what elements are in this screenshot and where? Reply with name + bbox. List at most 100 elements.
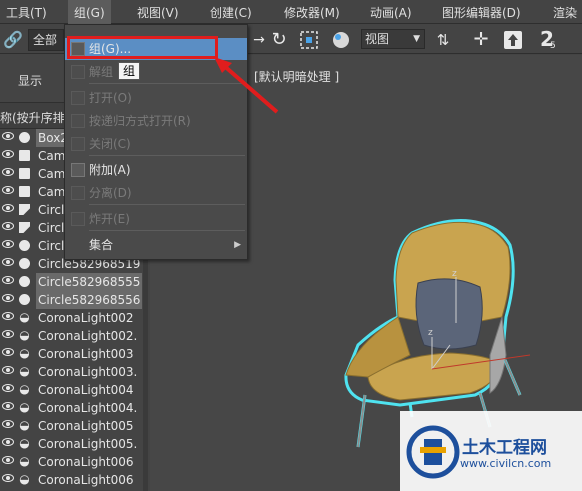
sphere-icon [19,258,30,269]
svg-text:z: z [428,328,433,338]
visibility-eye-icon[interactable] [2,276,14,284]
reference-coordinate-dropdown[interactable]: 视图 ▼ [361,29,425,49]
scene-object-row[interactable]: ◒ CoronaLight006 [0,453,148,471]
menu-modifiers[interactable]: 修改器(M) [284,4,340,21]
visibility-eye-icon[interactable] [2,456,14,464]
scene-object-name: CoronaLight006 [38,455,134,469]
scene-object-name: CoronaLight005 [38,419,134,433]
visibility-eye-icon[interactable] [2,312,14,320]
scene-object-row[interactable]: ◒ CoronaLight002 [0,309,148,327]
light-bulb-icon: ◒ [19,418,30,432]
menu-item-attach[interactable]: 附加(A) [65,159,247,181]
menu-bar: 工具(T) 组(G) 视图(V) 创建(C) 修改器(M) 动画(A) 图形编辑… [0,0,582,24]
visibility-eye-icon[interactable] [2,240,14,248]
visibility-eye-icon[interactable] [2,348,14,356]
watermark-url: www.civilcn.com [460,457,552,470]
visibility-eye-icon[interactable] [2,402,14,410]
selection-filter-dropdown[interactable]: 全部 [28,29,64,51]
menu-group[interactable]: 组(G) [68,0,111,24]
scene-object-name: CoronaLight002 [38,311,134,325]
watermark-logo-icon [406,425,460,479]
scene-object-row[interactable]: ◒ CoronaLight003. [0,363,148,381]
open-icon [71,91,85,105]
annotation-highlight-box [67,36,218,59]
scene-object-name: CoronaLight004. [38,401,138,415]
menu-item-label: 关闭(C) [89,137,131,151]
sphere-icon [19,276,30,287]
close-icon [71,137,85,151]
scene-object-row[interactable]: ◒ CoronaLight003 [0,345,148,363]
menu-item-open-recursive[interactable]: 按递归方式打开(R) [65,110,247,132]
attach-icon [71,163,85,177]
visibility-eye-icon[interactable] [2,366,14,374]
visibility-eye-icon[interactable] [2,294,14,302]
move-arrow-icon[interactable]: → [248,29,270,51]
scene-object-name: CoronaLight003 [38,347,134,361]
pivot-icon[interactable]: ⇅ [432,29,454,51]
scene-object-row[interactable]: ◒ CoronaLight006 [0,471,148,489]
column-header-label: 称(按升序排 [0,111,65,125]
scene-object-name: CoronaLight004 [38,383,134,397]
menu-animation[interactable]: 动画(A) [370,4,412,21]
camera-icon [19,168,30,179]
scene-object-row[interactable]: Circle582968556 [0,291,148,309]
watermark: 土木工程网 www.civilcn.com [400,411,582,491]
submenu-arrow-icon: ▶ [234,240,241,250]
menu-item-label: 按递归方式打开(R) [89,114,191,128]
menu-item-ungroup[interactable]: 解组 [65,61,247,83]
menu-separator [89,83,245,84]
menu-item-explode[interactable]: 炸开(E) [65,208,247,230]
visibility-eye-icon[interactable] [2,222,14,230]
chevron-down-icon: ▼ [413,34,420,44]
light-bulb-icon: ◒ [19,328,30,342]
snap-toggle[interactable]: 25 [540,27,556,51]
scene-object-name: CoronaLight006 [38,473,134,487]
menu-item-label: 打开(O) [89,91,132,105]
menu-item-open[interactable]: 打开(O) [65,87,247,109]
menu-graph-editors[interactable]: 图形编辑器(D) [442,4,521,21]
visibility-eye-icon[interactable] [2,132,14,140]
snap-sub: 5 [550,41,556,51]
visibility-eye-icon[interactable] [2,204,14,212]
visibility-eye-icon[interactable] [2,186,14,194]
rotate-icon[interactable]: ↻ [268,29,290,51]
menu-view[interactable]: 视图(V) [137,4,179,21]
visibility-eye-icon[interactable] [2,438,14,446]
menu-item-label: 附加(A) [89,163,131,177]
camera-icon [19,150,30,161]
camera-icon [19,186,30,197]
light-bulb-icon: ◒ [19,310,30,324]
visibility-eye-icon[interactable] [2,384,14,392]
menu-item-close[interactable]: 关闭(C) [65,133,247,155]
select-and-move-icon[interactable]: ✛ [470,29,492,51]
material-icon[interactable] [330,29,352,51]
scene-object-name: CoronaLight003. [38,365,138,379]
menu-item-label: 炸开(E) [89,212,130,226]
visibility-eye-icon[interactable] [2,420,14,428]
visibility-eye-icon[interactable] [2,330,14,338]
light-bulb-icon: ◒ [19,346,30,360]
scene-object-row[interactable]: Circle582968555 [0,273,148,291]
visibility-eye-icon[interactable] [2,168,14,176]
visibility-eye-icon[interactable] [2,474,14,482]
visibility-eye-icon[interactable] [2,258,14,266]
scene-object-name: Circle582968556 [36,291,143,309]
scene-object-row[interactable]: ◒ CoronaLight005 [0,417,148,435]
visibility-eye-icon[interactable] [2,150,14,158]
scene-object-name: CoronaLight005. [38,437,138,451]
menu-tools[interactable]: 工具(T) [6,4,47,21]
select-region-icon[interactable] [298,29,320,51]
scene-object-row[interactable]: ◒ CoronaLight002. [0,327,148,345]
menu-tooltip: 组 [118,62,141,80]
scene-object-row[interactable]: ◒ CoronaLight004. [0,399,148,417]
menu-item-detach[interactable]: 分离(D) [65,182,247,204]
upload-icon[interactable] [502,29,524,51]
menu-item-assembly[interactable]: 集合 ▶ [65,234,247,256]
menu-rendering[interactable]: 渲染 [553,4,577,21]
menu-create[interactable]: 创建(C) [210,4,252,21]
sphere-icon [19,294,30,305]
tab-display[interactable]: 显示 [18,72,42,89]
scene-object-row[interactable]: ◒ CoronaLight005. [0,435,148,453]
scene-object-row[interactable]: ◒ CoronaLight004 [0,381,148,399]
link-icon[interactable]: 🔗 [2,29,24,51]
